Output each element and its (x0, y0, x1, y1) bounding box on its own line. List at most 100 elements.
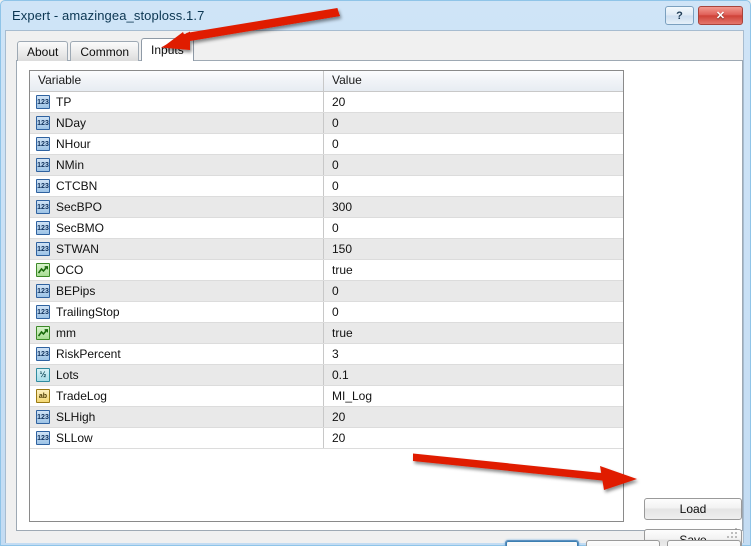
table-row[interactable]: 123 SLHigh 20 (30, 407, 623, 428)
variable-cell[interactable]: 123 RiskPercent (30, 344, 324, 364)
variable-name: OCO (56, 263, 84, 277)
int-type-icon: 123 (36, 305, 50, 319)
variable-cell[interactable]: 123 BEPips (30, 281, 324, 301)
variable-cell[interactable]: 123 SecBPO (30, 197, 324, 217)
variable-name: BEPips (56, 284, 96, 298)
table-row[interactable]: 123 TrailingStop 0 (30, 302, 623, 323)
variable-cell[interactable]: 123 SLLow (30, 428, 324, 448)
table-row[interactable]: 123 NMin 0 (30, 155, 623, 176)
inputs-tab-panel: Variable Value 123 TP 20 123 NDay 0 123 NHour 0 1… (16, 60, 743, 546)
bool-type-icon (36, 263, 50, 277)
variable-cell[interactable]: ab TradeLog (30, 386, 324, 406)
variable-name: TP (56, 95, 72, 109)
table-row[interactable]: 123 CTCBN 0 (30, 176, 623, 197)
column-header-variable[interactable]: Variable (30, 71, 324, 91)
variable-name: SLHigh (56, 410, 96, 424)
tab-strip: About Common Inputs (17, 38, 196, 61)
close-icon[interactable]: ✕ (698, 6, 743, 25)
variable-name: TrailingStop (56, 305, 120, 319)
variable-cell[interactable]: 123 TrailingStop (30, 302, 324, 322)
table-row[interactable]: 123 SecBPO 300 (30, 197, 623, 218)
value-cell[interactable]: 300 (324, 197, 623, 217)
int-type-icon: 123 (36, 200, 50, 214)
variable-cell[interactable]: OCO (30, 260, 324, 280)
int-type-icon: 123 (36, 95, 50, 109)
variable-name: NMin (56, 158, 85, 172)
variable-name: CTCBN (56, 179, 98, 193)
value-cell[interactable]: true (324, 323, 623, 343)
value-cell[interactable]: 20 (324, 428, 623, 448)
table-row[interactable]: ab TradeLog MI_Log (30, 386, 623, 407)
variable-name: SLLow (56, 431, 93, 445)
value-cell[interactable]: 0 (324, 302, 623, 322)
table-row[interactable]: 123 BEPips 0 (30, 281, 623, 302)
variable-cell[interactable]: 123 SecBMO (30, 218, 324, 238)
inputs-grid[interactable]: Variable Value 123 TP 20 123 NDay 0 123 NHour 0 1… (29, 70, 624, 522)
variable-cell[interactable]: ½ Lots (30, 365, 324, 385)
value-cell[interactable]: 150 (324, 239, 623, 259)
variable-cell[interactable]: 123 NMin (30, 155, 324, 175)
window-title: Expert - amazingea_stoploss.1.7 (12, 8, 205, 23)
variable-name: Lots (56, 368, 79, 382)
int-type-icon: 123 (36, 116, 50, 130)
variable-cell[interactable]: 123 NHour (30, 134, 324, 154)
table-row[interactable]: 123 NHour 0 (30, 134, 623, 155)
variable-name: STWAN (56, 242, 99, 256)
double-type-icon: ½ (36, 368, 50, 382)
table-row[interactable]: 123 RiskPercent 3 (30, 344, 623, 365)
variable-name: SecBPO (56, 200, 103, 214)
variable-cell[interactable]: 123 TP (30, 92, 324, 112)
value-cell[interactable]: 20 (324, 92, 623, 112)
table-row[interactable]: 123 SecBMO 0 (30, 218, 623, 239)
int-type-icon: 123 (36, 179, 50, 193)
int-type-icon: 123 (36, 284, 50, 298)
help-icon[interactable]: ? (665, 6, 694, 25)
table-row[interactable]: 123 TP 20 (30, 92, 623, 113)
variable-cell[interactable]: 123 CTCBN (30, 176, 324, 196)
value-cell[interactable]: 0 (324, 218, 623, 238)
int-type-icon: 123 (36, 410, 50, 424)
grid-body: 123 TP 20 123 NDay 0 123 NHour 0 123 NMin 0 123 CTCBN… (30, 92, 623, 449)
value-cell[interactable]: true (324, 260, 623, 280)
table-row[interactable]: OCO true (30, 260, 623, 281)
table-row[interactable]: mm true (30, 323, 623, 344)
int-type-icon: 123 (36, 221, 50, 235)
int-type-icon: 123 (36, 242, 50, 256)
variable-cell[interactable]: 123 SLHigh (30, 407, 324, 427)
ok-button[interactable]: OK (505, 540, 579, 546)
table-row[interactable]: 123 SLLow 20 (30, 428, 623, 449)
value-cell[interactable]: 0 (324, 155, 623, 175)
value-cell[interactable]: MI_Log (324, 386, 623, 406)
variable-cell[interactable]: mm (30, 323, 324, 343)
table-row[interactable]: ½ Lots 0.1 (30, 365, 623, 386)
value-cell[interactable]: 20 (324, 407, 623, 427)
variable-name: NHour (56, 137, 91, 151)
cancel-button[interactable]: Cancel (586, 540, 660, 546)
window-client-area: About Common Inputs Variable Value 123 TP… (5, 30, 744, 546)
reset-button[interactable]: Reset (667, 540, 741, 546)
value-cell[interactable]: 3 (324, 344, 623, 364)
table-row[interactable]: 123 NDay 0 (30, 113, 623, 134)
table-row[interactable]: 123 STWAN 150 (30, 239, 623, 260)
variable-name: mm (56, 326, 76, 340)
value-cell[interactable]: 0 (324, 176, 623, 196)
value-cell[interactable]: 0 (324, 281, 623, 301)
tab-about[interactable]: About (17, 41, 69, 61)
grid-header-row: Variable Value (30, 71, 623, 92)
int-type-icon: 123 (36, 431, 50, 445)
variable-name: SecBMO (56, 221, 105, 235)
value-cell[interactable]: 0 (324, 134, 623, 154)
variable-name: TradeLog (56, 389, 107, 403)
load-button[interactable]: Load (644, 498, 742, 520)
int-type-icon: 123 (36, 347, 50, 361)
variable-name: RiskPercent (56, 347, 121, 361)
column-header-value[interactable]: Value (324, 71, 623, 91)
variable-cell[interactable]: 123 NDay (30, 113, 324, 133)
tab-inputs[interactable]: Inputs (141, 38, 194, 61)
int-type-icon: 123 (36, 158, 50, 172)
variable-cell[interactable]: 123 STWAN (30, 239, 324, 259)
resize-grip-icon[interactable] (726, 527, 739, 540)
value-cell[interactable]: 0 (324, 113, 623, 133)
value-cell[interactable]: 0.1 (324, 365, 623, 385)
tab-common[interactable]: Common (70, 41, 140, 61)
